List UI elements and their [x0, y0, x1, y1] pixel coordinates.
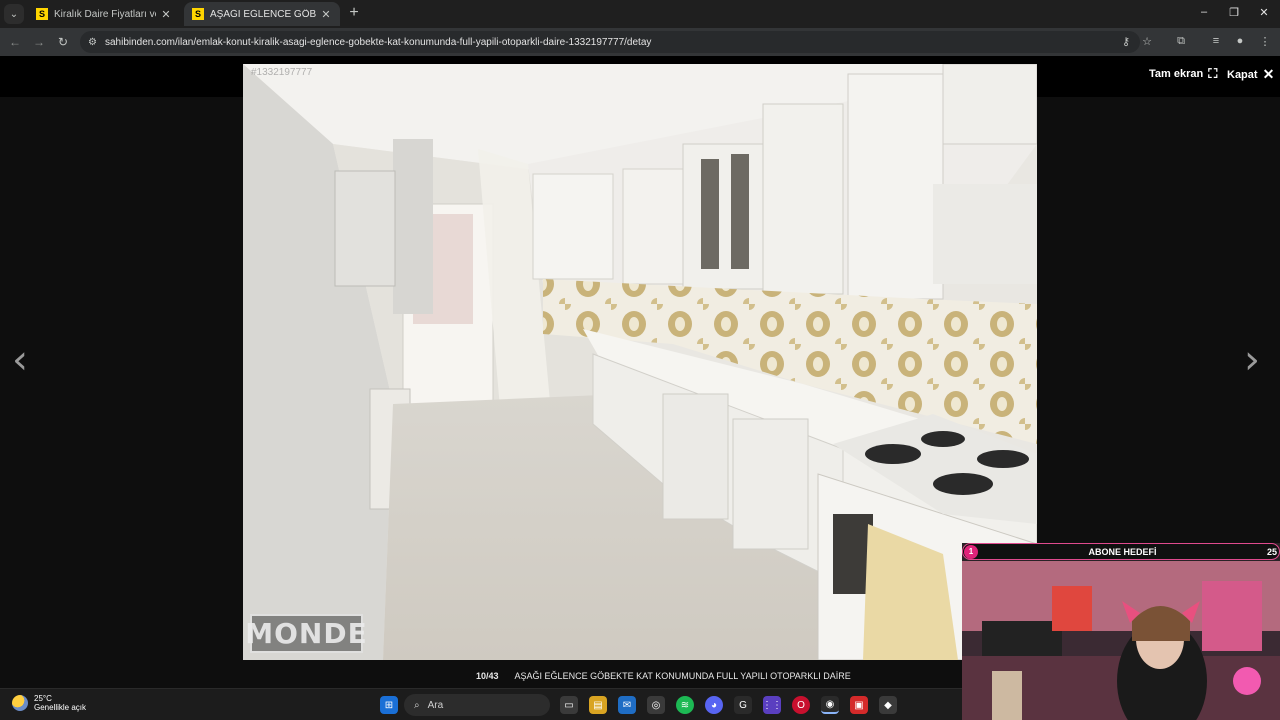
close-tab-icon[interactable]: ✕ [160, 8, 172, 21]
task-view-icon[interactable]: ▭ [560, 696, 578, 714]
tab-search-icon[interactable]: ⌄ [4, 4, 24, 24]
tab-title: Kiralık Daire Fiyatları ve Kiralık Ev [54, 8, 156, 20]
taskbar-search[interactable]: ⌕ Ara [404, 694, 550, 716]
photo-counter: 10/43 [476, 671, 499, 681]
stream-overlay: 1 ABONE HEDEFİ 25 [962, 543, 1280, 720]
close-icon: ✕ [1262, 66, 1275, 82]
goal-target: 25 [1266, 546, 1277, 557]
goal-title: ABONE HEDEFİ [1088, 546, 1157, 557]
start-menu-icon[interactable]: ⊞ [380, 696, 398, 714]
forward-icon[interactable]: → [32, 34, 46, 50]
media-controls-icon[interactable]: ≡ [1209, 35, 1223, 47]
monde-logo: MONDE [245, 614, 367, 653]
tab-strip: ⌄ S Kiralık Daire Fiyatları ve Kiralık E… [0, 0, 1280, 28]
spotify-icon[interactable]: ≋ [676, 696, 694, 714]
site-info-icon[interactable]: ⚙ [88, 37, 97, 48]
close-gallery-button[interactable]: Kapat ✕ [1227, 66, 1274, 83]
minimize-button[interactable]: – [1197, 6, 1211, 18]
app-grid-icon[interactable]: ⋮⋮ [762, 696, 782, 714]
close-label: Kapat [1227, 68, 1258, 81]
discord-icon[interactable]: ◕ [705, 696, 723, 714]
fullscreen-label: Tam ekran [1149, 68, 1204, 80]
listing-photo[interactable]: #1332197777 MONDE [243, 64, 1037, 660]
watermark-listing-id: #1332197777 [251, 67, 313, 78]
password-key-icon[interactable]: ⚷ [1119, 35, 1133, 48]
tab-title: AŞAĞI EĞLENCE GÖBEKTE KAT [210, 8, 316, 20]
back-icon[interactable]: ← [8, 34, 22, 50]
profile-avatar-icon[interactable]: ● [1233, 35, 1247, 47]
opera-icon[interactable]: O [792, 696, 810, 714]
address-bar[interactable]: ⚙ sahibinden.com/ilan/emlak-konut-kirali… [80, 31, 1140, 53]
weather-condition: Genellikle açık [34, 703, 87, 712]
fullscreen-icon: ⛶ [1208, 66, 1218, 81]
bookmark-star-icon[interactable]: ☆ [1140, 35, 1154, 48]
app-icon[interactable]: ◎ [647, 696, 665, 714]
photo-caption: 10/43 AŞAĞI EĞLENCE GÖBEKTE KAT KONUMUND… [476, 671, 851, 681]
app-icon[interactable]: ▣ [850, 696, 868, 714]
weather-icon [12, 695, 28, 711]
url-text: sahibinden.com/ilan/emlak-konut-kiralik-… [104, 36, 652, 48]
fullscreen-button[interactable]: Tam ekran ⛶ [1149, 66, 1217, 82]
sahibinden-favicon: S [192, 8, 204, 20]
browser-toolbar: ← → ↻ ⚙ sahibinden.com/ilan/emlak-konut-… [0, 28, 1280, 56]
kitchen-photo-illustration [243, 64, 1037, 660]
webcam-feed [962, 561, 1280, 720]
app-icon[interactable]: ◆ [879, 696, 897, 714]
goal-current-badge: 1 [964, 544, 978, 559]
tab-listing[interactable]: S AŞAĞI EĞLENCE GÖBEKTE KAT ✕ [184, 2, 340, 26]
weather-temperature: 25°C [34, 694, 52, 703]
previous-photo-arrow-icon[interactable]: ‹ [12, 340, 28, 380]
new-tab-button[interactable]: + [346, 5, 362, 21]
search-placeholder: Ara [427, 699, 444, 711]
search-icon: ⌕ [414, 699, 420, 711]
chrome-icon[interactable]: ◉ [821, 696, 839, 714]
menu-icon[interactable]: ⋮ [1258, 35, 1272, 48]
sahibinden-favicon: S [36, 8, 48, 20]
weather-widget[interactable]: 25°C Genellikle açık [12, 694, 86, 712]
listing-title: AŞAĞI EĞLENCE GÖBEKTE KAT KONUMUNDA FULL… [514, 671, 851, 681]
mail-icon[interactable]: ✉ [618, 696, 636, 714]
subscriber-goal-bar: 1 ABONE HEDEFİ 25 [962, 543, 1280, 560]
tab-kiralik-daire[interactable]: S Kiralık Daire Fiyatları ve Kiralık Ev … [28, 2, 180, 26]
next-photo-arrow-icon[interactable]: › [1244, 340, 1260, 380]
extensions-icon[interactable]: ⧉ [1174, 35, 1188, 48]
file-explorer-icon[interactable]: ▤ [589, 696, 607, 714]
reload-icon[interactable]: ↻ [56, 34, 70, 50]
close-tab-icon[interactable]: ✕ [320, 8, 332, 21]
app-icon[interactable]: G [734, 696, 752, 714]
close-window-button[interactable]: ✕ [1257, 6, 1271, 19]
restore-button[interactable]: ❐ [1227, 6, 1241, 19]
